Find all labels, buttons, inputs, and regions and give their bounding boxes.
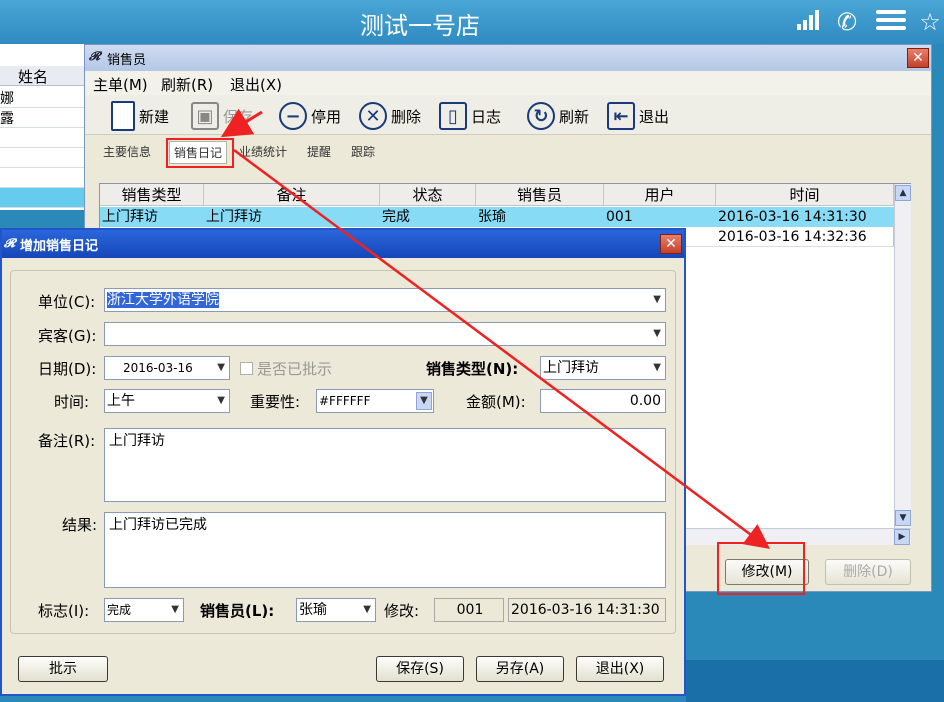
- arrow-to-modify: [233, 148, 771, 549]
- arrow-to-tab: [220, 108, 263, 138]
- annotation-arrows: [220, 108, 771, 549]
